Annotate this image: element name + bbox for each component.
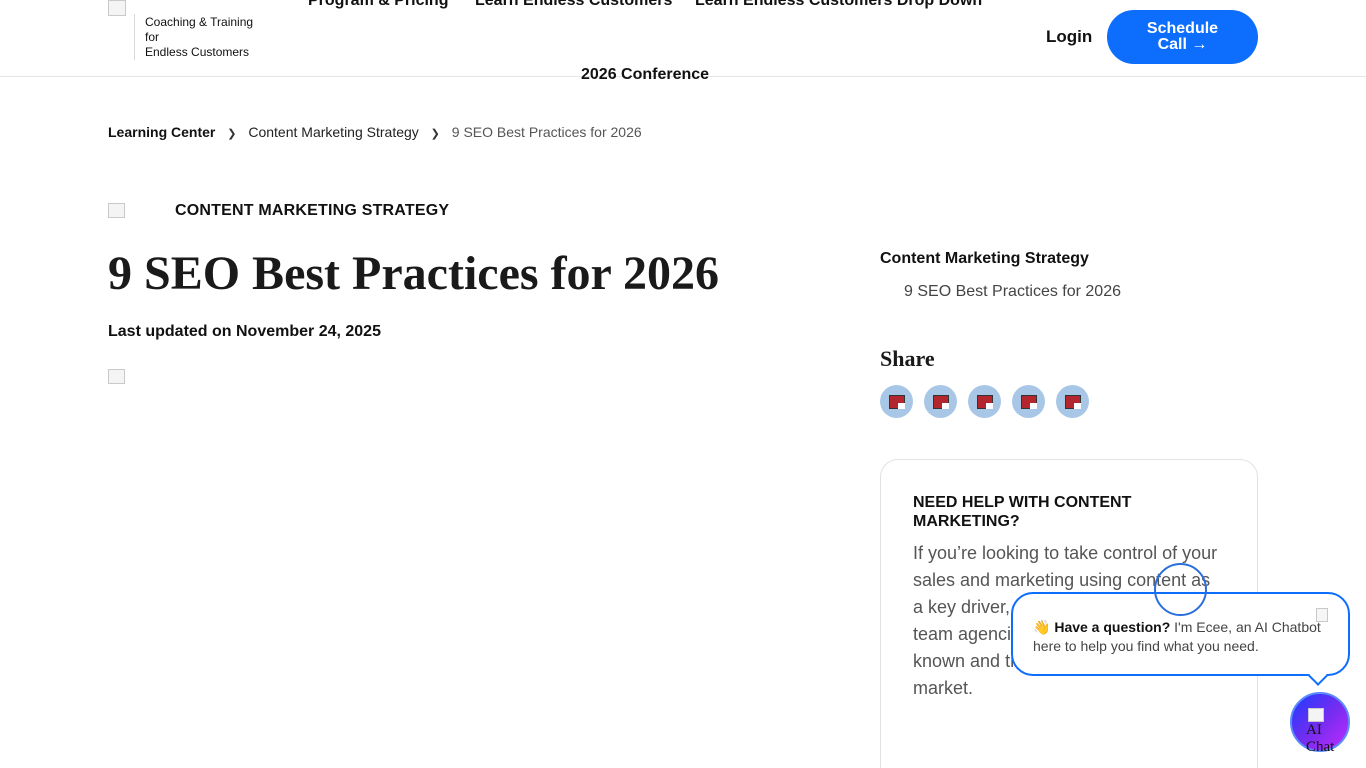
toc-heading[interactable]: Content Marketing Strategy [880,250,1089,268]
share-button-2[interactable] [924,385,957,418]
category-image [108,203,125,218]
category-label[interactable]: CONTENT MARKETING STRATEGY [175,202,449,220]
share-icon [1064,394,1081,409]
ai-chat-label-1: AI [1306,722,1322,738]
page-title: 9 SEO Best Practices for 2026 [108,247,719,300]
toc-item[interactable]: 9 SEO Best Practices for 2026 [904,283,1121,301]
help-card-title: NEED HELP WITH CONTENT MARKETING? [913,494,1132,530]
share-heading: Share [880,346,935,371]
chat-icon [1308,708,1324,722]
logo-line-3: Endless Customers [145,45,250,59]
chevron-right-icon: ❯ [227,128,237,140]
share-icon [932,394,949,409]
nav-2026-conference[interactable]: 2026 Conference [581,66,709,84]
share-button-3[interactable] [968,385,1001,418]
share-icon [888,394,905,409]
logo-image[interactable] [108,0,126,16]
cursor-highlight [1154,563,1207,616]
logo-tagline[interactable]: Coaching & Training for Endless Customer… [145,15,265,60]
share-icon [1020,394,1037,409]
last-updated: Last updated on November 24, 2025 [108,323,381,340]
share-button-4[interactable] [1012,385,1045,418]
schedule-call-label-1: Schedule [1146,20,1219,37]
wave-icon: 👋 [1033,619,1051,635]
close-icon[interactable] [1316,608,1328,622]
hero-image [108,369,125,384]
chevron-right-icon: ❯ [430,128,440,140]
logo-line-2: for [145,30,160,44]
schedule-call-label-2: Call → [1157,36,1208,53]
share-button-5[interactable] [1056,385,1089,418]
login-link[interactable]: Login [1046,27,1092,47]
nav-program-pricing[interactable]: Program & Pricing [308,0,448,10]
ai-chat-button[interactable]: AI Chat [1290,692,1350,755]
breadcrumb-content-marketing[interactable]: Content Marketing Strategy [248,124,418,140]
breadcrumb-learning-center[interactable]: Learning Center [108,124,215,140]
breadcrumb-current: 9 SEO Best Practices for 2026 [451,124,642,140]
logo-line-1: Coaching & Training [145,15,254,29]
share-button-1[interactable] [880,385,913,418]
breadcrumb: Learning Center ❯ Content Marketing Stra… [108,124,642,140]
schedule-call-button[interactable]: Schedule Call → [1107,10,1258,64]
share-icon [976,394,993,409]
share-buttons [880,385,1089,418]
ai-chat-label-2: Chat [1306,739,1335,755]
nav-learn-endless-customers[interactable]: Learn Endless Customers [475,0,672,10]
chat-question: Have a question? [1054,619,1171,635]
ai-chat-label: AI Chat [1306,722,1334,756]
nav-learn-drop-down[interactable]: Learn Endless Customers Drop Down [695,0,982,10]
site-header: Coaching & Training for Endless Customer… [0,0,1366,83]
logo-divider [134,14,135,60]
